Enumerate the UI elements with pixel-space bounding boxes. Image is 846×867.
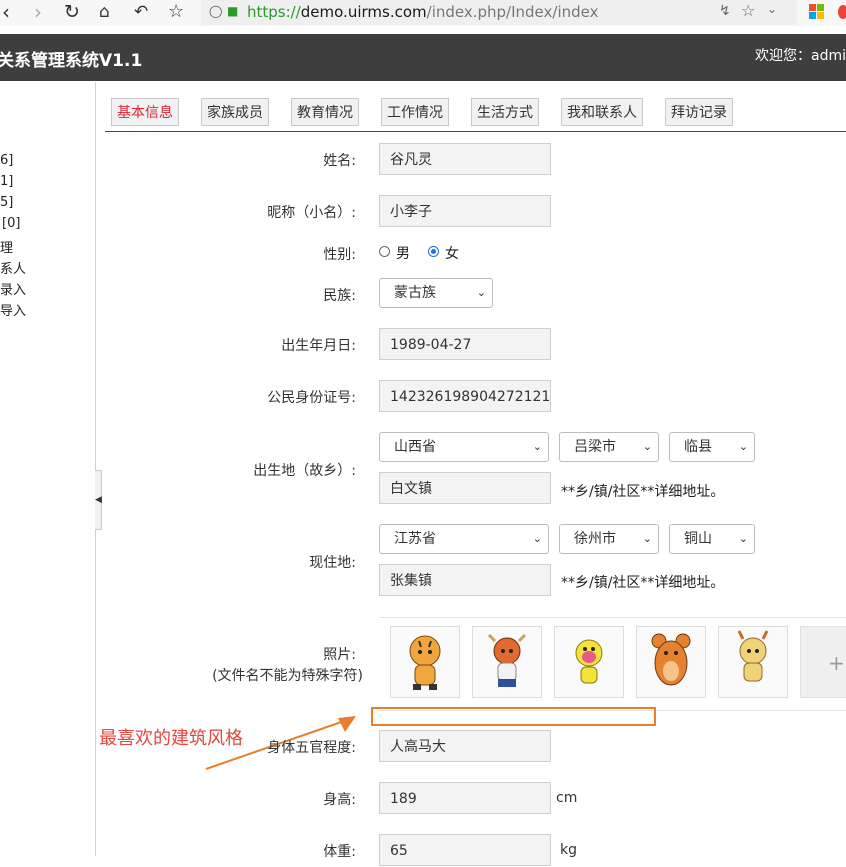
appearance-label: 身体五官程度: — [267, 740, 356, 756]
photo-thumbnail-tiger[interactable] — [390, 626, 460, 698]
sidebar-item[interactable]: 录入 — [0, 279, 26, 298]
shield-icon: ◯ — [209, 4, 223, 18]
birthdate-label: 出生年月日: — [281, 338, 356, 354]
residence-county-value: 铜山 — [684, 531, 712, 547]
gender-female-radio[interactable] — [428, 246, 439, 257]
reload-icon[interactable]: ↻ — [64, 0, 80, 24]
sidebar-item[interactable]: 系人 — [0, 258, 26, 277]
tab-divider — [105, 131, 846, 132]
nickname-label: 昵称（小名）: — [267, 205, 356, 221]
welcome-text: 欢迎您：admi — [755, 48, 846, 64]
home-icon[interactable]: ⌂ — [99, 0, 110, 24]
bookmark-star-icon[interactable]: ☆ — [741, 1, 755, 20]
birthplace-county-value: 临县 — [684, 439, 712, 455]
ethnicity-value: 蒙古族 — [394, 285, 436, 301]
sidebar-item[interactable]: 导入 — [0, 300, 26, 319]
forward-icon[interactable]: › — [34, 0, 42, 24]
id-number-field[interactable]: 142326198904272121 — [379, 380, 551, 412]
sidebar-collapse-handle[interactable]: ◀ — [95, 470, 102, 530]
weight-label: 体重: — [323, 844, 356, 860]
browser-toolbar: ‹ › ↻ ⌂ ↶ ☆ ◯ ■ https://demo.uirms.com/i… — [0, 0, 846, 26]
residence-label: 现住地: — [309, 555, 356, 571]
gender-label: 性别: — [323, 247, 356, 263]
chevron-down-icon[interactable]: ⌄ — [767, 2, 777, 16]
residence-address-hint: **乡/镇/社区**详细地址。 — [561, 575, 725, 591]
undo-icon[interactable]: ↶ — [134, 0, 148, 24]
residence-county-select[interactable]: 铜山 ⌄ — [669, 524, 755, 554]
appearance-field[interactable]: 人高马大 — [379, 730, 551, 762]
gender-male-label: 男 — [396, 246, 410, 262]
height-label: 身高: — [323, 792, 356, 808]
annotation-highlight-box — [371, 707, 656, 726]
chevron-down-icon: ⌄ — [738, 440, 748, 453]
residence-province-select[interactable]: 江苏省 ⌄ — [379, 524, 549, 554]
url-path: /index.php/Index/index — [426, 3, 599, 21]
app-header: 关系管理系统V1.1 欢迎您：admi — [0, 34, 846, 81]
height-unit: cm — [556, 790, 578, 806]
tab-work[interactable]: 工作情况 — [381, 98, 449, 126]
birthplace-label: 出生地（故乡）: — [253, 463, 356, 479]
chevron-down-icon: ⌄ — [532, 440, 542, 453]
sidebar-item[interactable]: 6] — [0, 153, 13, 168]
photo-thumbnail-dragon[interactable] — [718, 626, 788, 698]
photo-label: 照片: — [323, 647, 356, 663]
lightning-icon[interactable]: ↯ — [719, 3, 731, 19]
tab-basic-info[interactable]: 基本信息 — [111, 98, 179, 126]
tab-lifestyle[interactable]: 生活方式 — [471, 98, 539, 126]
birthplace-town-field[interactable]: 白文镇 — [379, 472, 551, 504]
birthplace-province-value: 山西省 — [394, 439, 436, 455]
tab-family-members[interactable]: 家族成员 — [201, 98, 269, 126]
height-field[interactable]: 189 — [379, 782, 551, 814]
sidebar-item[interactable]: 理 — [0, 237, 13, 256]
gender-male-radio[interactable] — [379, 246, 390, 257]
app-title: 关系管理系统V1.1 — [0, 51, 143, 71]
address-bar[interactable]: ◯ ■ https://demo.uirms.com/index.php/Ind… — [201, 0, 797, 25]
sidebar-item[interactable]: 1] — [0, 174, 13, 189]
ethnicity-label: 民族: — [323, 288, 356, 304]
back-icon[interactable]: ‹ — [2, 0, 10, 24]
tab-education[interactable]: 教育情况 — [291, 98, 359, 126]
photo-thumbnail-ox[interactable] — [472, 626, 542, 698]
tab-me-and-contact[interactable]: 我和联系人 — [561, 98, 643, 126]
windows-grid-icon[interactable] — [809, 4, 825, 20]
birthplace-province-select[interactable]: 山西省 ⌄ — [379, 432, 549, 462]
chevron-down-icon: ⌄ — [642, 440, 652, 453]
birthplace-address-hint: **乡/镇/社区**详细地址。 — [561, 484, 725, 500]
url-host: demo.uirms.com — [300, 3, 427, 21]
sidebar-item[interactable]: [0] — [2, 216, 20, 231]
residence-province-value: 江苏省 — [394, 531, 436, 547]
url-scheme: https:// — [247, 3, 301, 21]
ethnicity-select[interactable]: 蒙古族 ⌄ — [379, 278, 493, 308]
sidebar: 6] 1] 5] [0] 理 系人 录入 导入 — [0, 82, 96, 856]
extension-icon[interactable] — [838, 5, 846, 19]
birthdate-field[interactable]: 1989-04-27 — [379, 328, 551, 360]
id-number-label: 公民身份证号: — [267, 390, 356, 406]
url-text: https://demo.uirms.com/index.php/Index/i… — [247, 3, 599, 21]
photo-thumbnail-mouse[interactable] — [636, 626, 706, 698]
chevron-down-icon: ⌄ — [476, 286, 486, 299]
chevron-down-icon: ⌄ — [532, 532, 542, 545]
residence-city-select[interactable]: 徐州市 ⌄ — [559, 524, 659, 554]
residence-town-field[interactable]: 张集镇 — [379, 564, 551, 596]
gender-female-label: 女 — [445, 246, 459, 262]
add-photo-button[interactable]: + — [800, 626, 846, 698]
photo-thumbnail-monkey[interactable] — [554, 626, 624, 698]
name-field[interactable]: 谷凡灵 — [379, 143, 551, 175]
chevron-down-icon: ⌄ — [642, 532, 652, 545]
lock-icon: ■ — [227, 4, 239, 18]
favorite-star-icon[interactable]: ☆ — [168, 0, 184, 24]
nickname-field[interactable]: 小李子 — [379, 195, 551, 227]
sidebar-item[interactable]: 5] — [0, 195, 13, 210]
birthplace-county-select[interactable]: 临县 ⌄ — [669, 432, 755, 462]
chevron-down-icon: ⌄ — [738, 532, 748, 545]
birthplace-city-value: 吕梁市 — [574, 439, 616, 455]
weight-field[interactable]: 65 — [379, 834, 551, 866]
birthplace-city-select[interactable]: 吕梁市 ⌄ — [559, 432, 659, 462]
photo-hint: (文件名不能为特殊字符) — [212, 668, 363, 684]
name-label: 姓名: — [323, 153, 356, 169]
residence-city-value: 徐州市 — [574, 531, 616, 547]
tab-visit-records[interactable]: 拜访记录 — [665, 98, 733, 126]
